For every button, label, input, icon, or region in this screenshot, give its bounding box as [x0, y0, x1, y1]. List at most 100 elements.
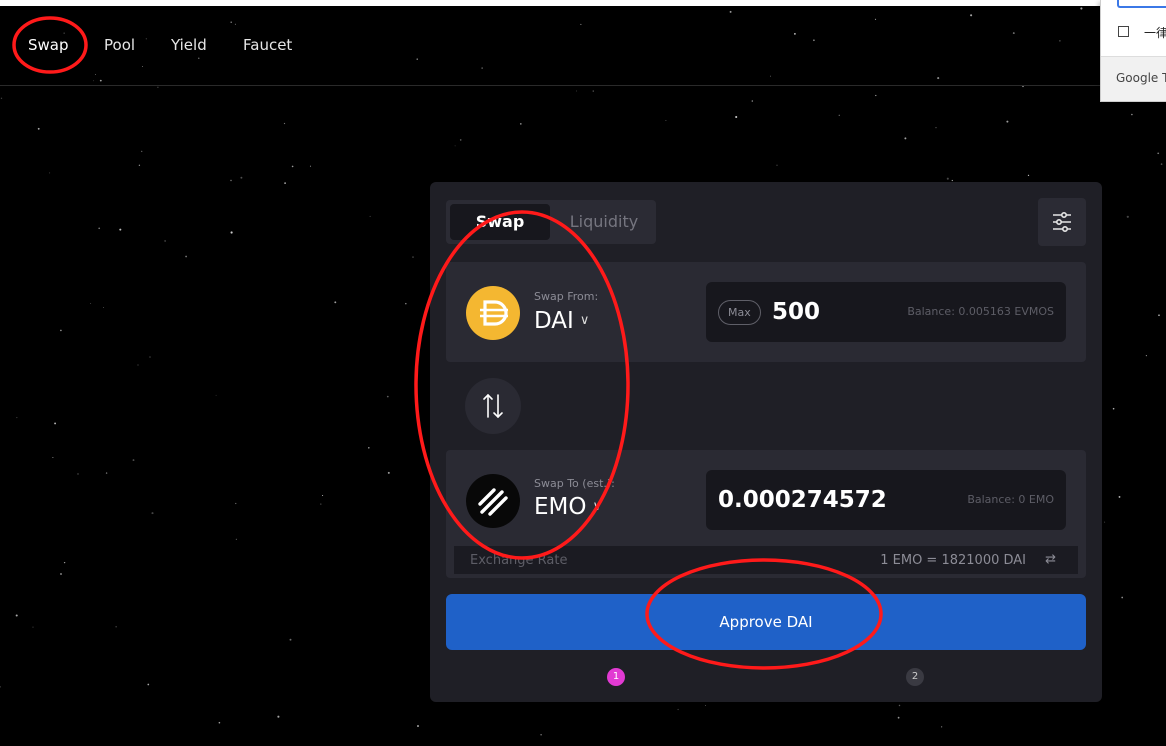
always-translate-checkbox[interactable] — [1118, 26, 1129, 37]
star-dot — [1121, 596, 1124, 599]
star-dot — [838, 114, 840, 116]
star-dot — [751, 100, 754, 102]
star-dot — [941, 726, 943, 728]
star-dot — [322, 494, 324, 497]
star-dot — [240, 176, 243, 179]
to-token-selector[interactable]: EMO ∨ — [534, 494, 602, 520]
from-amount-input[interactable] — [772, 296, 892, 328]
approve-button[interactable]: Approve DAI — [446, 594, 1086, 650]
star-dot — [405, 302, 407, 305]
star-dot — [277, 715, 280, 718]
swap-arrows-icon — [483, 393, 503, 419]
star-dot — [115, 626, 117, 628]
flip-direction-button[interactable] — [465, 378, 521, 434]
star-dot — [946, 177, 949, 180]
star-dot — [215, 394, 217, 396]
star-dot — [1126, 215, 1129, 218]
translate-language-field[interactable] — [1117, 0, 1166, 8]
star-dot — [132, 459, 135, 462]
star-dot — [218, 721, 221, 724]
swap-from-panel: Swap From: DAI ∨ Max Balance: 0.005163 EV… — [446, 262, 1086, 362]
star-dot — [898, 704, 901, 707]
star-dot — [185, 255, 187, 258]
star-dot — [15, 614, 18, 617]
swap-tabs: Swap Liquidity — [446, 200, 656, 244]
sliders-icon — [1053, 211, 1071, 233]
swap-card: Swap Liquidity Swap From: DAI ∨ Max 500 … — [430, 182, 1102, 702]
to-balance: Balance: 0 EMO — [967, 493, 1054, 506]
top-navigation: Swap Pool Yield Faucet — [0, 6, 1166, 86]
tab-liquidity[interactable]: Liquidity — [554, 204, 654, 240]
star-dot — [0, 97, 3, 99]
star-dot — [140, 150, 143, 153]
star-dot — [289, 638, 292, 641]
star-dot — [137, 364, 139, 366]
star-dot — [951, 179, 953, 182]
from-token-selector[interactable]: DAI ∨ — [534, 308, 589, 334]
max-button[interactable]: Max — [718, 300, 761, 325]
google-translate-popup: 一律 Google Tr — [1100, 0, 1166, 102]
star-dot — [369, 215, 371, 217]
nav-faucet[interactable]: Faucet — [243, 36, 292, 54]
star-dot — [105, 472, 108, 474]
nav-pool[interactable]: Pool — [104, 36, 135, 54]
star-dot — [63, 561, 66, 564]
nav-swap[interactable]: Swap — [28, 36, 69, 54]
star-dot — [119, 228, 122, 231]
from-balance: Balance: 0.005163 EVMOS — [907, 305, 1054, 318]
star-dot — [235, 502, 237, 505]
to-amount-box: Balance: 0 EMO — [706, 470, 1066, 530]
to-token-symbol: EMO — [534, 494, 587, 520]
star-dot — [677, 708, 679, 711]
star-dot — [1145, 355, 1147, 357]
star-dot — [52, 456, 54, 459]
star-dot — [417, 725, 419, 727]
star-dot — [875, 94, 877, 97]
nav-yield[interactable]: Yield — [171, 36, 207, 54]
dai-token-icon — [466, 286, 520, 340]
star-dot — [157, 86, 159, 88]
step-indicator-1: 1 — [607, 668, 625, 686]
exchange-rate-value: 1 EMO = 1821000 DAI — [880, 553, 1026, 568]
invert-rate-icon[interactable]: ⇄ — [1045, 552, 1056, 567]
star-dot — [1118, 495, 1121, 498]
exchange-rate-label: Exchange Rate — [470, 553, 568, 568]
star-dot — [1006, 120, 1009, 123]
star-dot — [0, 686, 1, 688]
star-dot — [935, 127, 937, 129]
star-dot — [1160, 163, 1163, 165]
step-indicator-2: 2 — [906, 668, 924, 686]
swap-from-label: Swap From: — [534, 290, 599, 303]
star-dot — [735, 115, 738, 119]
star-dot — [1157, 152, 1160, 155]
emo-token-icon — [466, 474, 520, 528]
star-dot — [37, 127, 40, 130]
star-dot — [230, 231, 233, 234]
star-dot — [151, 512, 154, 515]
settings-button[interactable] — [1038, 198, 1086, 246]
star-dot — [412, 256, 414, 258]
translate-footer: Google Tr — [1101, 56, 1166, 101]
tab-swap[interactable]: Swap — [450, 204, 550, 240]
from-amount-box: Max Balance: 0.005163 EVMOS — [706, 282, 1066, 342]
star-dot — [387, 471, 390, 474]
star-dot — [665, 119, 667, 122]
from-token-symbol: DAI — [534, 308, 574, 334]
star-dot — [283, 122, 286, 125]
star-dot — [1027, 174, 1030, 177]
star-dot — [320, 503, 322, 505]
google-translate-brand: Google Tr — [1116, 71, 1166, 85]
star-dot — [164, 240, 166, 242]
star-dot — [103, 306, 105, 308]
star-dot — [904, 137, 907, 140]
star-dot — [1022, 85, 1024, 88]
star-dot — [291, 165, 294, 168]
star-dot — [1131, 113, 1133, 116]
swap-to-label: Swap To (est.): — [534, 477, 615, 490]
star-dot — [98, 227, 101, 230]
star-dot — [459, 139, 462, 141]
star-dot — [235, 538, 237, 540]
to-amount-input[interactable] — [718, 484, 918, 516]
chevron-down-icon: ∨ — [592, 499, 602, 514]
star-dot — [138, 164, 141, 166]
